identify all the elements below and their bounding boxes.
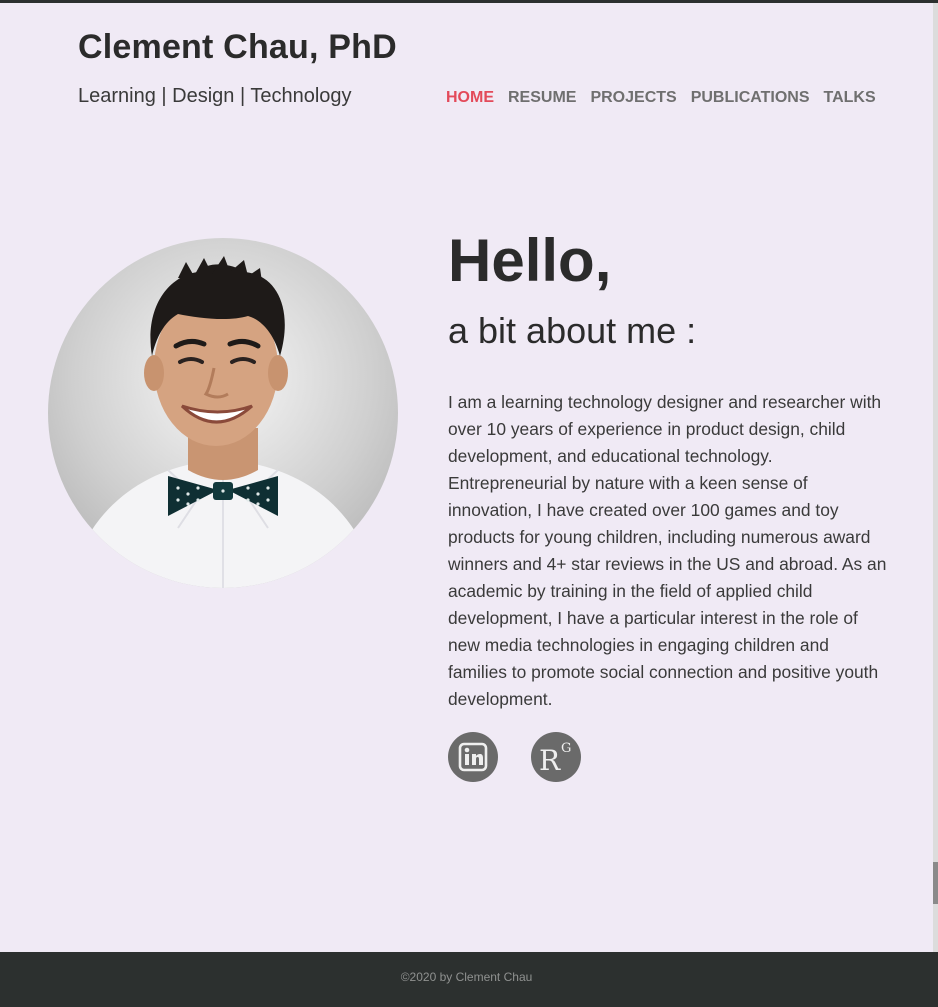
portrait-illustration <box>68 256 378 588</box>
nav-item-resume[interactable]: RESUME <box>508 89 576 107</box>
rg-letter-g: G <box>561 741 571 756</box>
nav-item-projects[interactable]: PROJECTS <box>590 89 676 107</box>
linkedin-icon[interactable] <box>448 732 498 782</box>
hero-heading: Hello, <box>448 227 612 294</box>
nav-item-talks[interactable]: TALKS <box>824 89 876 107</box>
scrollbar[interactable] <box>933 3 938 952</box>
main-nav: HOME RESUME PROJECTS PUBLICATIONS TALKS <box>446 89 876 107</box>
profile-photo <box>48 238 398 588</box>
footer: ©2020 by Clement Chau <box>0 952 938 1007</box>
footer-copyright: ©2020 by Clement Chau <box>400 970 533 984</box>
researchgate-glyph: R G <box>539 741 571 777</box>
nav-item-publications[interactable]: PUBLICATIONS <box>691 89 810 107</box>
hero-subheading: a bit about me : <box>448 310 697 351</box>
site-tagline: Learning | Design | Technology <box>78 85 352 107</box>
site-title[interactable]: Clement Chau, PhD <box>78 28 397 67</box>
scrollbar-thumb[interactable] <box>933 862 938 904</box>
linkedin-glyph <box>458 742 488 772</box>
bio-paragraph: I am a learning technology designer and … <box>448 392 887 709</box>
rg-letter-r: R <box>539 744 561 777</box>
nav-item-home[interactable]: HOME <box>446 89 494 107</box>
social-links: R G <box>448 732 581 782</box>
researchgate-icon[interactable]: R G <box>531 732 581 782</box>
